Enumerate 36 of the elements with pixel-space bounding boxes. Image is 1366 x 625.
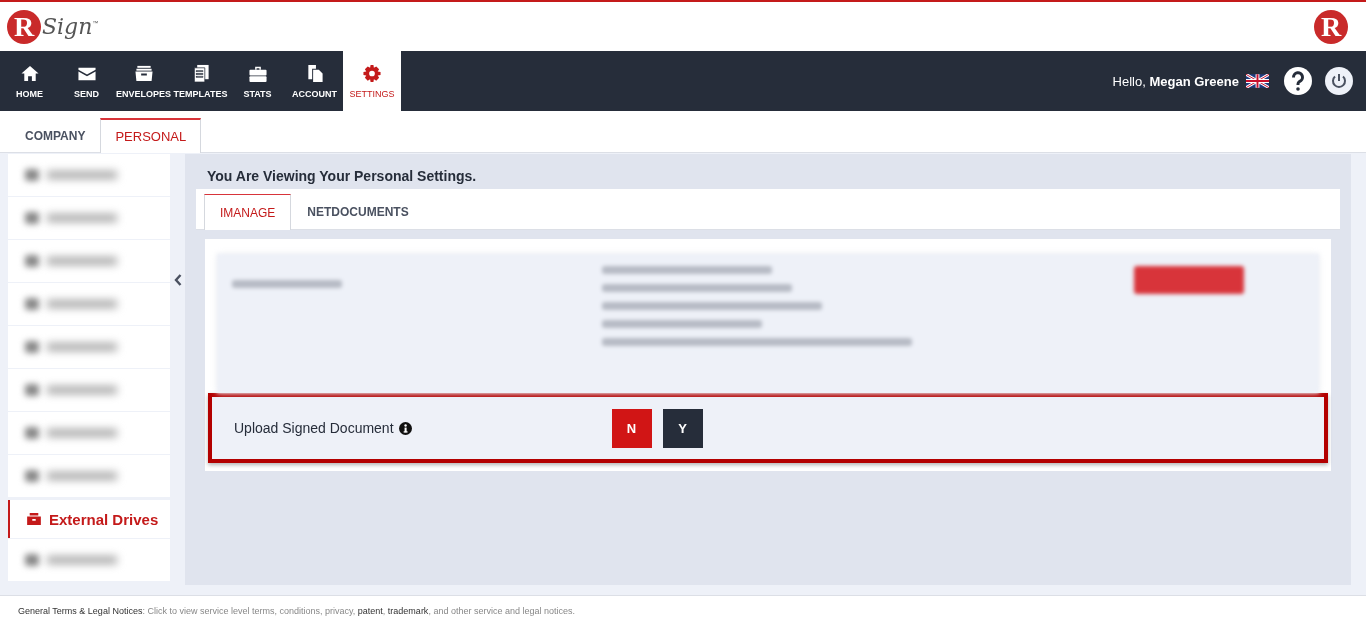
blurred-sidebar-item[interactable] <box>8 369 170 411</box>
home-icon <box>19 63 40 83</box>
page-heading: You Are Viewing Your Personal Settings. <box>207 168 478 184</box>
blurred-sidebar-item[interactable] <box>8 539 170 581</box>
corner-logo: R <box>1314 9 1348 44</box>
nav-item[interactable]: SEND <box>58 51 115 111</box>
toggle-option[interactable]: Y <box>662 408 703 448</box>
legal-notice: General Terms & Legal Notices: Click to view service level terms, conditions, privacy, patent, trademark, and other service and legal notices. <box>18 605 575 616</box>
blurred-sidebar-item[interactable] <box>8 197 170 239</box>
blurred-sidebar-item[interactable] <box>8 326 170 368</box>
nav-item[interactable]: ACCOUNT <box>286 51 343 111</box>
flag-icon[interactable] <box>1246 74 1269 88</box>
drive-tab[interactable]: IMANAGE <box>204 194 292 230</box>
power-icon[interactable] <box>1325 67 1353 95</box>
nav-item[interactable]: HOME <box>1 51 58 111</box>
help-icon[interactable] <box>1284 67 1312 95</box>
blurred-sidebar-item[interactable] <box>8 455 170 497</box>
chevron-left-icon[interactable] <box>173 274 182 286</box>
legal-link[interactable]: patent <box>357 605 383 616</box>
blurred-sidebar-item[interactable] <box>8 412 170 454</box>
scope-tab[interactable]: COMPANY <box>10 118 101 152</box>
nav-item[interactable]: TEMPLATES <box>172 51 229 111</box>
toolbox-icon <box>27 513 41 525</box>
toggle-option[interactable]: N <box>611 408 652 448</box>
info-icon[interactable] <box>398 421 412 435</box>
nav-item[interactable]: SETTINGS <box>343 51 401 111</box>
blurred-sidebar-item[interactable] <box>8 154 170 196</box>
scope-tab[interactable]: PERSONAL <box>100 118 202 153</box>
setting-label: Upload Signed Document <box>234 420 394 436</box>
drive-tab[interactable]: NETDOCUMENTS <box>291 193 425 229</box>
tray-icon <box>133 63 154 83</box>
nav-item[interactable]: STATS <box>229 51 286 111</box>
sidebar-item[interactable]: External Drives <box>8 500 170 538</box>
user-greeting: Hello, Megan Greene <box>1112 73 1239 89</box>
gear-icon <box>362 63 382 83</box>
nav-item[interactable]: ENVELOPES <box>115 51 172 111</box>
